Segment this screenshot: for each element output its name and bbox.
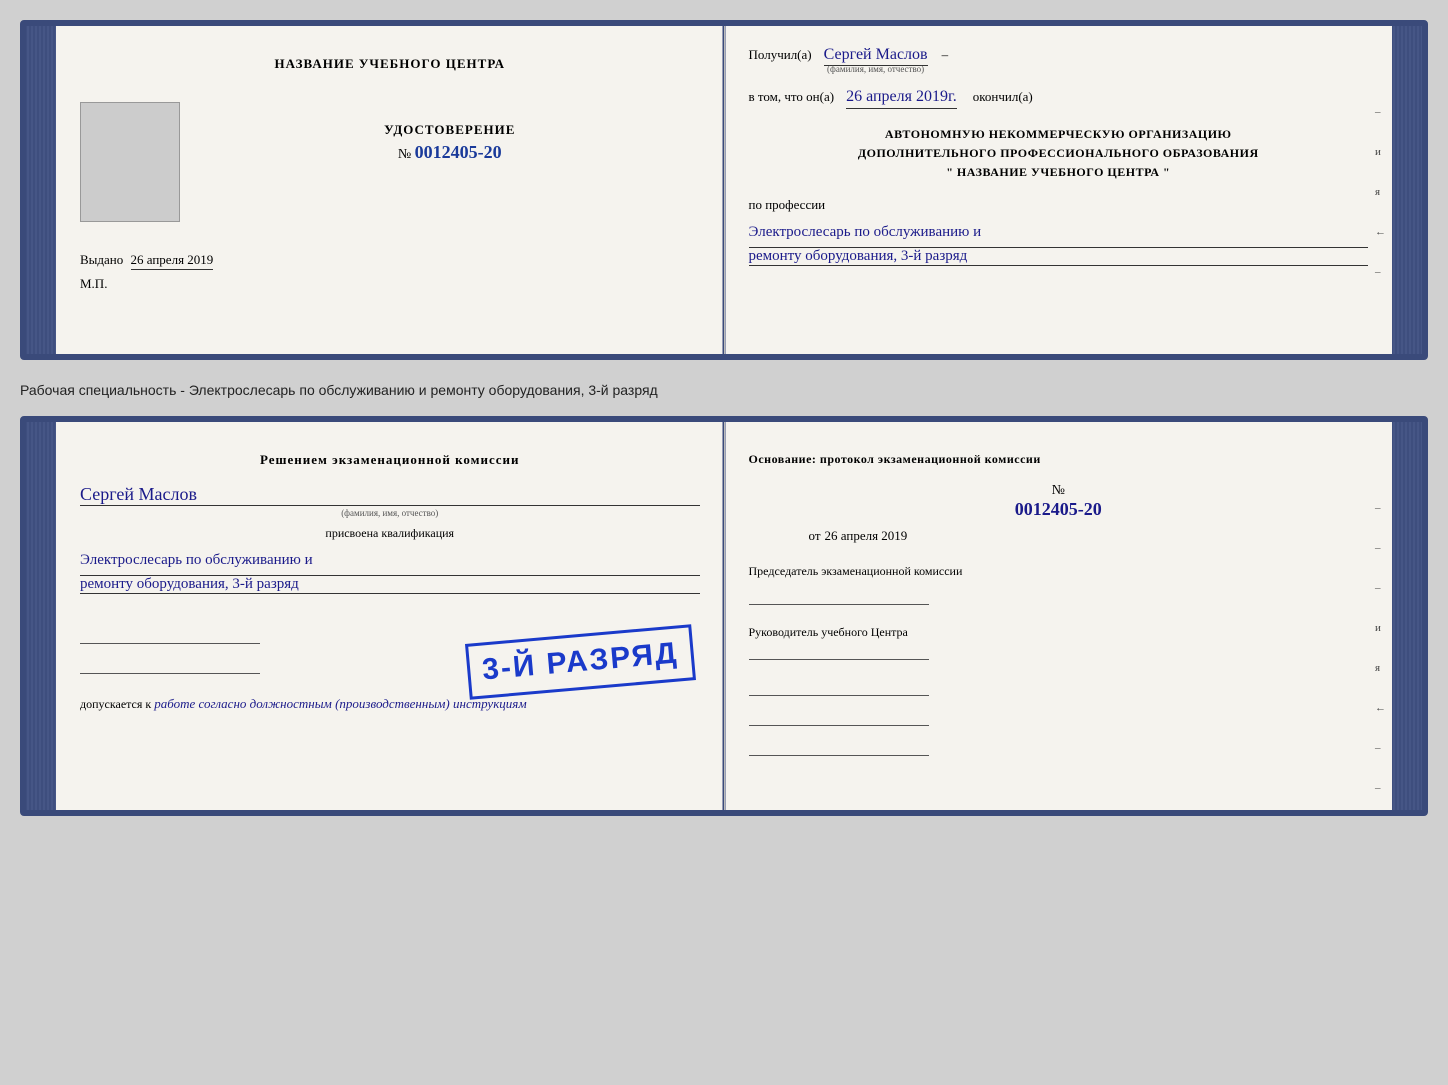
dopuskaetsya-row: допускается к работе согласно должностны… <box>80 694 700 714</box>
spine-right-top <box>1392 26 1422 354</box>
protocol-number-block: № 0012405-20 <box>749 481 1369 520</box>
po-professii-label: по профессии <box>749 197 1369 213</box>
poluchil-label: Получил(а) <box>749 47 812 63</box>
spine-right-bottom <box>1392 422 1422 810</box>
spine-left <box>26 26 56 354</box>
rukovoditel-label: Руководитель учебного Центра <box>749 625 1369 640</box>
protocol-number: 0012405-20 <box>749 499 1369 520</box>
top-cert-left-page: НАЗВАНИЕ УЧЕБНОГО ЦЕНТРА УДОСТОВЕРЕНИЕ №… <box>56 26 725 354</box>
udostoverenie-label: УДОСТОВЕРЕНИЕ <box>200 122 700 138</box>
dopuskaetsya-label: допускается к <box>80 697 151 711</box>
org-line2: ДОПОЛНИТЕЛЬНОГО ПРОФЕССИОНАЛЬНОГО ОБРАЗО… <box>749 144 1369 163</box>
vydano-date: 26 апреля 2019 <box>131 252 214 270</box>
cert-number: 0012405-20 <box>415 142 502 162</box>
bottom-certificate: Решением экзаменационной комиссии Сергей… <box>20 416 1428 816</box>
osnovanie-title: Основание: протокол экзаменационной коми… <box>749 452 1369 467</box>
photo-placeholder <box>80 102 180 222</box>
side-marks-top: – и я ← – <box>1375 106 1386 278</box>
number-prefix: № 0012405-20 <box>398 147 502 162</box>
extra-sig-line-1 <box>749 676 929 696</box>
top-certificate: НАЗВАНИЕ УЧЕБНОГО ЦЕНТРА УДОСТОВЕРЕНИЕ №… <box>20 20 1428 360</box>
predsedatel-sig-line <box>749 585 929 605</box>
rukovoditel-sig-line <box>749 640 929 660</box>
predsedatel-label: Председатель экзаменационной комиссии <box>749 564 1369 579</box>
recipient-name-bottom: Сергей Маслов <box>80 484 700 506</box>
qualification-line1: Электрослесарь по обслуживанию и <box>80 545 700 576</box>
org-line3: " НАЗВАНИЕ УЧЕБНОГО ЦЕНТРА " <box>749 163 1369 182</box>
ot-label: от <box>809 528 821 544</box>
side-marks-bottom: – – – и я ← – – <box>1375 502 1386 794</box>
recipient-name-top: Сергей Маслов <box>824 46 928 66</box>
resheniem-title: Решением экзаменационной комиссии <box>80 452 700 468</box>
top-training-center-title: НАЗВАНИЕ УЧЕБНОГО ЦЕНТРА <box>80 56 700 72</box>
stamp: 3-й разряд <box>465 624 696 700</box>
top-cert-right-page: – и я ← – Получил(а) Сергей Маслов (фами… <box>725 26 1393 354</box>
bottom-cert-right-page: – – – и я ← – – Основание: протокол экза… <box>725 422 1393 810</box>
vtom-row: в том, что он(а) 26 апреля 2019г. окончи… <box>749 88 1369 109</box>
sig-line-2 <box>80 654 260 674</box>
mp-label: М.П. <box>80 276 700 292</box>
sig-line-1 <box>80 624 260 644</box>
poluchil-row: Получил(а) Сергей Маслов (фамилия, имя, … <box>749 46 1369 74</box>
ot-date: 26 апреля 2019 <box>825 528 908 544</box>
org-line1: АВТОНОМНУЮ НЕКОММЕРЧЕСКУЮ ОРГАНИЗАЦИЮ <box>749 125 1369 144</box>
protocol-prefix: № <box>1052 483 1065 498</box>
dash-top: – <box>942 47 949 63</box>
prisvoena-label: присвоена квалификация <box>80 526 700 541</box>
fio-label-top: (фамилия, имя, отчество) <box>824 64 928 74</box>
between-text: Рабочая специальность - Электрослесарь п… <box>20 376 1428 400</box>
fio-label-bottom: (фамилия, имя, отчество) <box>80 508 700 518</box>
okoncil-label: окончил(а) <box>973 89 1033 105</box>
vtom-date: 26 апреля 2019г. <box>846 88 957 109</box>
org-block: АВТОНОМНУЮ НЕКОММЕРЧЕСКУЮ ОРГАНИЗАЦИЮ ДО… <box>749 125 1369 183</box>
bottom-cert-left-page: Решением экзаменационной комиссии Сергей… <box>56 422 725 810</box>
extra-sig-line-3 <box>749 736 929 756</box>
ot-date-row: от 26 апреля 2019 <box>749 528 1369 544</box>
spine-left-bottom <box>26 422 56 810</box>
qualification-line2: ремонту оборудования, 3-й разряд <box>80 576 700 594</box>
profession-line1-top: Электрослесарь по обслуживанию и <box>749 217 1369 248</box>
extra-sig-lines <box>749 676 1369 756</box>
vydano-row: Выдано 26 апреля 2019 <box>80 252 700 268</box>
profession-line2-top: ремонту оборудования, 3-й разряд <box>749 248 1369 266</box>
vtom-label: в том, что он(а) <box>749 89 835 105</box>
page-container: НАЗВАНИЕ УЧЕБНОГО ЦЕНТРА УДОСТОВЕРЕНИЕ №… <box>20 20 1428 816</box>
extra-sig-line-2 <box>749 706 929 726</box>
